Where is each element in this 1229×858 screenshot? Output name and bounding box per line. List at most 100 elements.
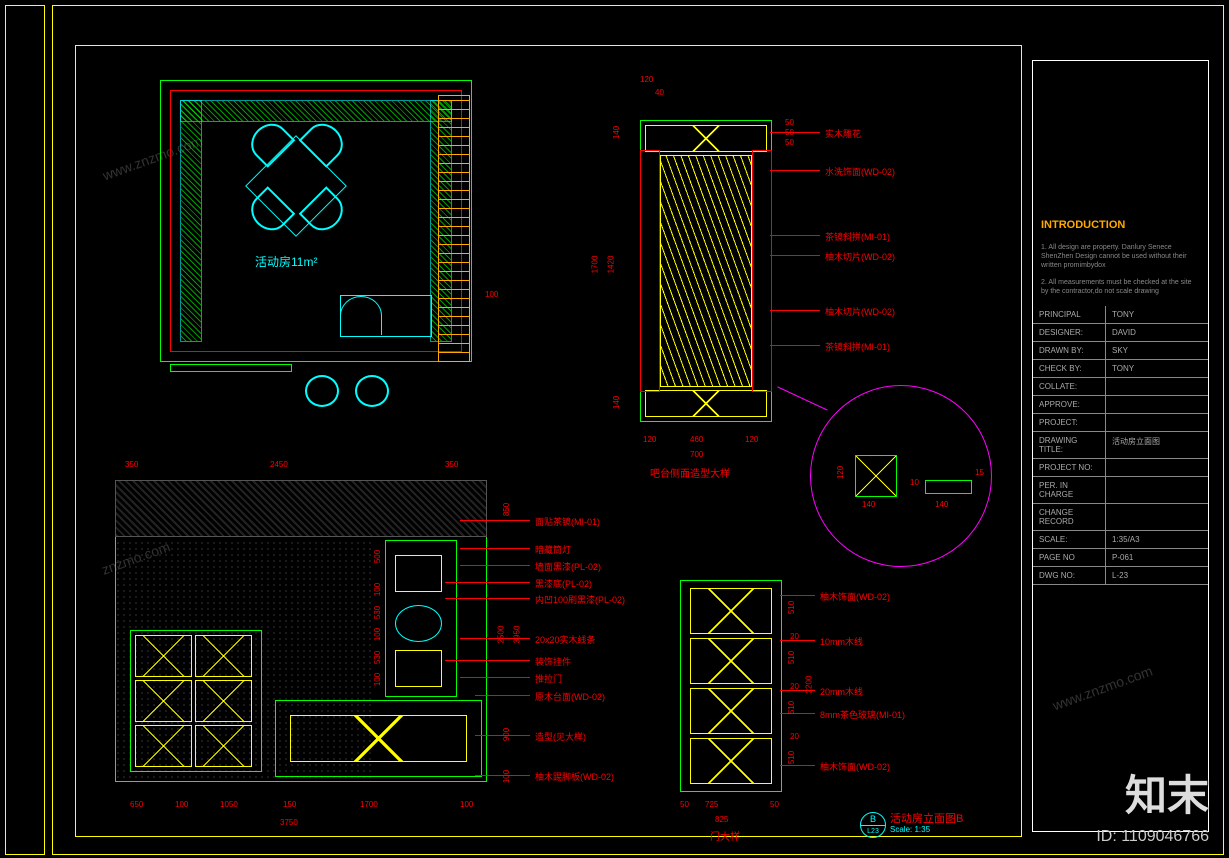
detail-side-l [640,150,660,392]
elev-ceiling [115,480,487,537]
dim: 510 [787,651,796,664]
tb-row: PROJECT NO: [1033,459,1208,477]
elev-counter-face [290,715,467,762]
tb-value: TONY [1106,360,1208,377]
dim: 100 [373,583,382,596]
label: 柚木踢脚板(WD-02) [535,770,614,783]
dim: 150 [283,800,296,809]
marker-letter: B [861,813,885,825]
tb-label: PER. IN CHARGE [1033,477,1106,503]
door-pane [690,738,772,784]
logo-text: 知末 [1125,762,1209,823]
label: 水洗饰面(WD-02) [825,165,895,178]
dim: 120 [836,466,845,479]
dim: 20 [790,732,799,741]
dim: 510 [787,601,796,614]
dim: 530 [373,651,382,664]
niche-circle [395,605,442,642]
circle-box-r [925,480,972,494]
label: 内凹100刷黑漆(PL-02) [535,593,625,606]
tb-row: DWG NO:L-23 [1033,567,1208,585]
tb-value [1106,504,1208,530]
dim: 100 [502,770,511,783]
detail-side-r [752,150,772,392]
dim: 500 [373,550,382,563]
dim: 40 [655,88,664,97]
tb-label: DRAWN BY: [1033,342,1106,359]
tb-value: 1:35/A3 [1106,531,1208,548]
cad-canvas: www.znzmo.com znzmo.com www.znzmo.com 活动… [0,0,1229,858]
tb-label: COLLATE: [1033,378,1106,395]
label: 20x20实木线条 [535,633,596,646]
dim: 3950 [512,626,521,644]
label: 茶镜斜拼(MI-01) [825,230,890,243]
tb-row: DRAWING TITLE:活动房立面图 [1033,432,1208,459]
dim: 100 [373,628,382,641]
label: 茶镜斜拼(MI-01) [825,340,890,353]
dim: 850 [502,503,511,516]
intro-2: 2. All measurements must be checked at t… [1033,274,1208,306]
tb-value: L-23 [1106,567,1208,584]
tb-label: DESIGNER: [1033,324,1106,341]
tb-row: DESIGNER:DAVID [1033,324,1208,342]
label: 实木雕花 [825,127,861,140]
tb-row: COLLATE: [1033,378,1208,396]
cab-panel [195,725,252,767]
elev-b-title: 活动房立面图B [890,810,963,826]
dim: 350 [445,460,458,469]
dim: 15 [975,468,984,477]
tb-label: DRAWING TITLE: [1033,432,1106,458]
tb-row: CHECK BY:TONY [1033,360,1208,378]
tb-value [1106,414,1208,431]
dim: 350 [125,460,138,469]
dim: 725 [705,800,718,809]
label: 黑漆底(PL-02) [535,577,592,590]
dim: 140 [935,500,948,509]
dim: 100 [175,800,188,809]
tb-value: DAVID [1106,324,1208,341]
label: 推拉门 [535,672,562,685]
label: 柚木饰面(WD-02) [820,760,890,773]
intro-heading: INTRODUCTION [1033,211,1208,239]
dim: 530 [373,606,382,619]
plan-stool-out [355,375,389,407]
cab-panel [195,635,252,677]
niche-item [395,650,442,687]
detail-main-panel [660,155,752,387]
dim: 1050 [220,800,238,809]
label: 柚木切片(WD-02) [825,250,895,263]
door-pane [690,688,772,734]
tb-row: PROJECT: [1033,414,1208,432]
dim: 650 [130,800,143,809]
tb-row: PER. IN CHARGE [1033,477,1208,504]
plan-stool-out [305,375,339,407]
tb-label: PROJECT NO: [1033,459,1106,476]
cab-panel [135,635,192,677]
tb-label: CHANGE RECORD [1033,504,1106,530]
dim: 700 [690,450,703,459]
tb-value: P-061 [1106,549,1208,566]
dim: 140 [612,126,621,139]
label: 装饰挂件 [535,655,571,668]
label: 造型(见大样) [535,730,586,743]
plan-door-opening [170,364,292,372]
label: 暗藏筒灯 [535,543,571,556]
id-label: ID: 1109046766 [1096,828,1209,846]
dim: 2450 [270,460,288,469]
label: 柚木切片(WD-02) [825,305,895,318]
dim: 2500 [496,626,505,644]
dim: 510 [787,751,796,764]
tb-label: PRINCIPAL [1033,306,1106,323]
detail-title: 吧台侧面造型大样 [650,465,730,480]
tb-label: CHECK BY: [1033,360,1106,377]
dim: 140 [862,500,875,509]
tb-row: DRAWN BY:SKY [1033,342,1208,360]
door-pane [690,638,772,684]
dim: 825 [715,815,728,824]
dim: 1420 [606,256,615,274]
tb-row: CHANGE RECORD [1033,504,1208,531]
tb-value [1106,459,1208,476]
label: 10mm木线 [820,635,863,648]
door-title: 门大样 [710,828,740,843]
dim: 50 [680,800,689,809]
